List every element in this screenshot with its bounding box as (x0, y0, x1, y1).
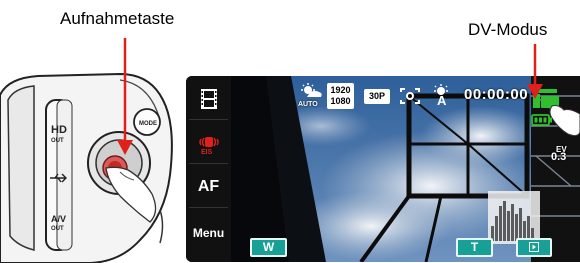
svg-text:OUT: OUT (51, 226, 64, 232)
frame-rate-badge[interactable]: 30P (364, 89, 390, 104)
battery-icon (531, 114, 552, 126)
film-icon (200, 88, 217, 109)
metering-icon (400, 88, 420, 104)
auto-label: AUTO (298, 101, 318, 108)
menu-button[interactable]: Menu (189, 212, 228, 254)
eis-icon: EIS (198, 136, 219, 156)
scene-mode-button[interactable] (189, 78, 228, 120)
play-icon (529, 242, 539, 252)
resolution-top: 1920 (330, 85, 351, 95)
stabilizer-button[interactable]: EIS (189, 122, 228, 164)
zoom-wide-button[interactable]: W (250, 238, 287, 257)
histogram-widget (488, 191, 540, 244)
ev-value[interactable]: 0.3 (551, 151, 566, 163)
svg-text:A: A (437, 93, 447, 106)
white-balance-auto-icon: A (434, 84, 448, 106)
resolution-bottom: 1080 (330, 96, 351, 106)
af-label: AF (197, 177, 220, 195)
menu-label: Menu (192, 226, 225, 240)
zoom-tele-button[interactable]: T (456, 238, 493, 257)
svg-text:EIS: EIS (201, 149, 213, 156)
timecode: 00:00:00 (464, 86, 529, 103)
svg-text:OUT: OUT (51, 138, 64, 144)
hd-out-label: HD (51, 124, 67, 136)
record-button-callout: Aufnahmetaste (60, 9, 175, 28)
playback-button[interactable] (516, 238, 552, 257)
av-out-label: A/V (51, 214, 66, 224)
dv-mode-callout: DV-Modus (468, 20, 548, 39)
autofocus-button[interactable]: AF (189, 166, 228, 208)
camcorder-body: HD OUT A/V OUT MODE (0, 72, 173, 263)
auto-scene-icon (301, 83, 322, 97)
mode-button-label: MODE (139, 121, 157, 127)
resolution-badge[interactable]: 1920 1080 (327, 83, 354, 109)
screen-sidebar: EIS AF Menu (186, 76, 231, 262)
